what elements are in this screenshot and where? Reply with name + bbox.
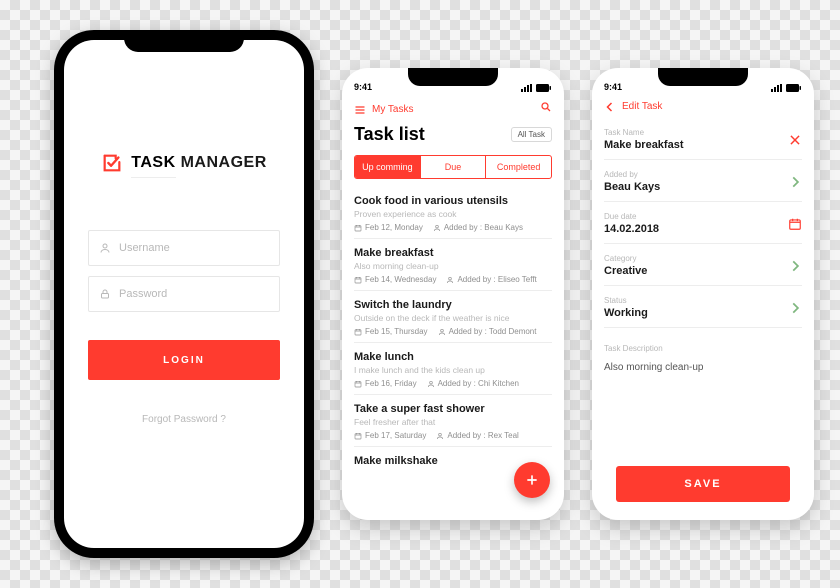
segment-due[interactable]: Due: [420, 156, 486, 178]
back-icon[interactable]: [604, 100, 616, 112]
status-row[interactable]: Status Working: [604, 286, 802, 328]
chevron-right-icon: [788, 259, 802, 273]
nav-bar: My Tasks: [342, 94, 564, 120]
forgot-password-link[interactable]: Forgot Password ?: [142, 414, 226, 425]
all-task-chip[interactable]: All Task: [511, 127, 552, 142]
search-icon[interactable]: [540, 100, 552, 118]
page-title: Task list: [354, 124, 425, 145]
calendar-icon: [354, 224, 362, 232]
app-logo: TASK MANAGER: [101, 152, 267, 174]
device-notch: [124, 30, 244, 52]
list-item[interactable]: Cook food in various utensils Proven exp…: [354, 187, 552, 239]
list-item[interactable]: Switch the laundry Outside on the deck i…: [354, 291, 552, 343]
user-icon: [436, 432, 444, 440]
login-button[interactable]: LOGIN: [88, 340, 280, 380]
battery-icon: [786, 84, 802, 92]
signal-icon: [771, 84, 783, 92]
app-name: TASK MANAGER: [131, 154, 267, 172]
signal-icon: [521, 84, 533, 92]
lock-icon: [99, 288, 111, 300]
segment-upcoming[interactable]: Up comming: [355, 156, 420, 178]
task-name-row[interactable]: Task Name Make breakfast: [604, 118, 802, 160]
battery-icon: [536, 84, 552, 92]
task-list-header: Task list All Task: [342, 120, 564, 149]
segment-control: Up comming Due Completed: [354, 155, 552, 179]
added-by-row[interactable]: Added by Beau Kays: [604, 160, 802, 202]
device-notch: [408, 68, 498, 86]
login-phone-frame: TASK MANAGER Username Password LOGIN For…: [54, 30, 314, 558]
calendar-icon: [354, 380, 362, 388]
save-button[interactable]: SAVE: [616, 466, 790, 502]
user-icon: [438, 328, 446, 336]
nav-bar: Edit Task: [592, 94, 814, 114]
segment-completed[interactable]: Completed: [485, 156, 551, 178]
check-icon: [101, 152, 123, 174]
calendar-icon: [354, 276, 362, 284]
plus-icon: [524, 472, 540, 488]
edit-task-screen: 9:41 Edit Task Task Name Make breakfast: [592, 68, 814, 520]
list-item[interactable]: Make lunch I make lunch and the kids cle…: [354, 343, 552, 395]
login-form: Username Password LOGIN: [88, 230, 280, 380]
calendar-icon: [354, 328, 362, 336]
login-screen: TASK MANAGER Username Password LOGIN For…: [64, 40, 304, 548]
clear-icon[interactable]: [788, 133, 802, 147]
list-item[interactable]: Make breakfast Also morning clean-up Feb…: [354, 239, 552, 291]
password-placeholder: Password: [119, 288, 167, 300]
status-time: 9:41: [354, 82, 372, 92]
nav-title: My Tasks: [372, 104, 414, 115]
user-icon: [99, 242, 111, 254]
chevron-right-icon: [788, 301, 802, 315]
password-field[interactable]: Password: [88, 276, 280, 312]
username-field[interactable]: Username: [88, 230, 280, 266]
device-notch: [658, 68, 748, 86]
user-icon: [427, 380, 435, 388]
status-time: 9:41: [604, 82, 622, 92]
task-list-screen: 9:41 My Tasks Task list All Task Up comm…: [342, 68, 564, 520]
calendar-icon: [354, 432, 362, 440]
due-date-row[interactable]: Due date 14.02.2018: [604, 202, 802, 244]
nav-title: Edit Task: [622, 101, 662, 112]
edit-form: Task Name Make breakfast Added by Beau K…: [592, 114, 814, 520]
user-icon: [433, 224, 441, 232]
list-item[interactable]: Take a super fast shower Feel fresher af…: [354, 395, 552, 447]
calendar-icon: [788, 217, 802, 231]
user-icon: [446, 276, 454, 284]
category-row[interactable]: Category Creative: [604, 244, 802, 286]
task-description[interactable]: Task Description Also morning clean-up: [604, 328, 802, 466]
username-placeholder: Username: [119, 242, 170, 254]
menu-icon[interactable]: [354, 103, 366, 115]
add-task-button[interactable]: [514, 462, 550, 498]
chevron-right-icon: [788, 175, 802, 189]
